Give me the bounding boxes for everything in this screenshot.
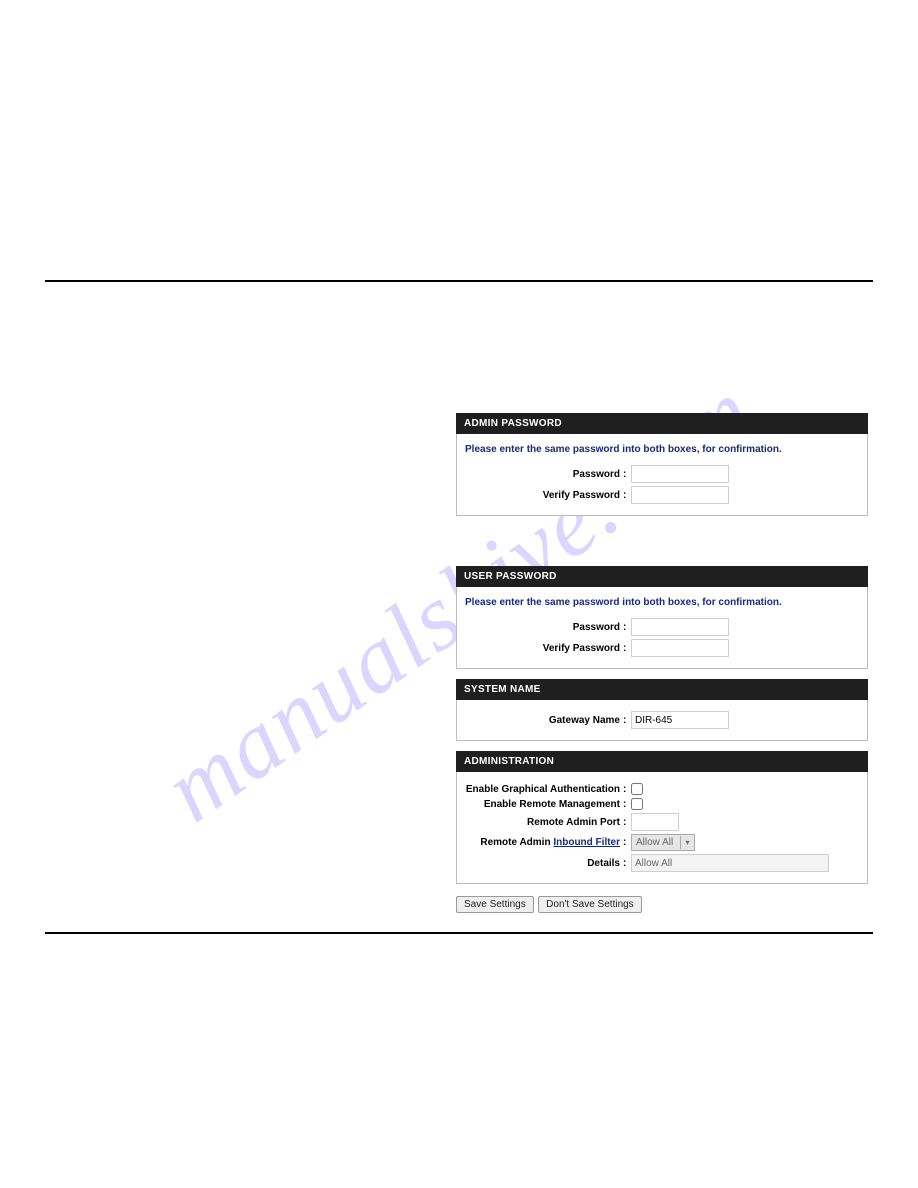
user-password-header: USER PASSWORD: [456, 566, 868, 587]
details-input: [631, 854, 829, 872]
action-buttons-row: Save Settings Don't Save Settings: [456, 894, 868, 913]
user-password-panel: USER PASSWORD Please enter the same pass…: [456, 566, 868, 669]
settings-column: ADMIN PASSWORD Please enter the same pas…: [456, 413, 868, 913]
gateway-name-input[interactable]: [631, 711, 729, 729]
horizontal-rule-top: [45, 280, 873, 282]
admin-password-label: Password: [465, 469, 623, 480]
user-password-input[interactable]: [631, 618, 729, 636]
admin-verify-password-input[interactable]: [631, 486, 729, 504]
user-verify-password-label: Verify Password: [465, 643, 623, 654]
inbound-filter-link[interactable]: Inbound Filter: [553, 837, 620, 848]
enable-graphical-auth-checkbox[interactable]: [631, 783, 643, 795]
admin-verify-password-label: Verify Password: [465, 490, 623, 501]
administration-panel: ADMINISTRATION Enable Graphical Authenti…: [456, 751, 868, 884]
gateway-name-label: Gateway Name: [465, 715, 623, 726]
enable-remote-management-checkbox[interactable]: [631, 798, 643, 810]
remote-admin-filter-dropdown[interactable]: Allow All ▾: [631, 834, 695, 851]
dont-save-settings-button[interactable]: Don't Save Settings: [538, 896, 642, 913]
system-name-panel: SYSTEM NAME Gateway Name :: [456, 679, 868, 741]
enable-remote-management-label: Enable Remote Management: [465, 799, 623, 810]
enable-graphical-auth-label: Enable Graphical Authentication: [465, 784, 623, 795]
horizontal-rule-bottom: [45, 932, 873, 934]
remote-admin-inbound-filter-label: Remote Admin Inbound Filter: [465, 837, 623, 848]
user-password-label: Password: [465, 622, 623, 633]
admin-password-instruction: Please enter the same password into both…: [465, 444, 859, 455]
save-settings-button[interactable]: Save Settings: [456, 896, 534, 913]
system-name-header: SYSTEM NAME: [456, 679, 868, 700]
admin-password-panel: ADMIN PASSWORD Please enter the same pas…: [456, 413, 868, 516]
remote-admin-port-label: Remote Admin Port: [465, 817, 623, 828]
admin-password-input[interactable]: [631, 465, 729, 483]
remote-admin-filter-selected: Allow All: [636, 837, 680, 848]
admin-password-header: ADMIN PASSWORD: [456, 413, 868, 434]
remote-admin-port-input[interactable]: [631, 813, 679, 831]
administration-header: ADMINISTRATION: [456, 751, 868, 772]
chevron-down-icon: ▾: [680, 836, 694, 849]
details-label: Details: [465, 858, 623, 869]
user-password-instruction: Please enter the same password into both…: [465, 597, 859, 608]
user-verify-password-input[interactable]: [631, 639, 729, 657]
